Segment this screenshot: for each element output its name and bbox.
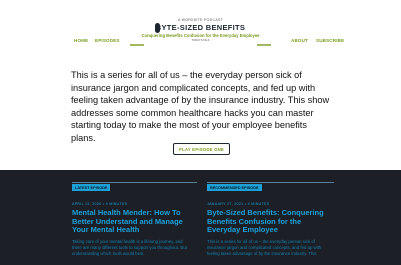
card-divider: [207, 182, 334, 183]
nav-home-link[interactable]: HOME: [74, 38, 88, 43]
episode-excerpt: Taking care of your mental health is a l…: [72, 239, 187, 257]
episode-meta: APRIL 13, 2020 • 9 MINUTES: [72, 202, 128, 206]
episode-meta: JANUARY 27, 2021 • 4 MINUTES: [207, 202, 270, 206]
soundwave-right-decoration: [257, 44, 271, 46]
logo-small-text: TODAY'S TALK: [191, 39, 210, 42]
top-navigation: HOME EPISODES A WORKSITE PODCAST BYTE-SI…: [0, 0, 401, 78]
podcast-logo[interactable]: A WORKSITE PODCAST BYTE-SIZED BENEFITS C…: [138, 18, 263, 58]
microphone-icon: [155, 23, 160, 33]
card-divider: [72, 182, 197, 183]
intro-paragraph: This is a series for all of us – the eve…: [71, 70, 330, 143]
latest-episode-badge: LATEST EPISODE: [72, 184, 111, 191]
episode-title-link[interactable]: Byte-Sized Benefits: Conquering Benefits…: [207, 208, 335, 235]
episode-title-link[interactable]: Mental Health Mender: How To Better Unde…: [72, 208, 194, 235]
logo-tagline: Conquering Benefits Confusion for the Ev…: [141, 33, 260, 38]
soundwave-left-decoration: [130, 44, 144, 46]
nav-about-link[interactable]: ABOUT: [291, 38, 308, 43]
nav-episodes-link[interactable]: EPISODES: [95, 38, 120, 43]
episode-excerpt: This is a series for all of us – the eve…: [207, 239, 322, 257]
logo-kicker: A WORKSITE PODCAST: [177, 18, 224, 22]
nav-subscribe-link[interactable]: SUBSCRIBE: [316, 38, 344, 43]
play-episode-one-button[interactable]: PLAY EPISODE ONE: [173, 143, 230, 155]
recommended-episode-badge: RECOMMENDED EPISODE: [207, 184, 262, 191]
episodes-section: LATEST EPISODE APRIL 13, 2020 • 9 MINUTE…: [0, 170, 401, 265]
